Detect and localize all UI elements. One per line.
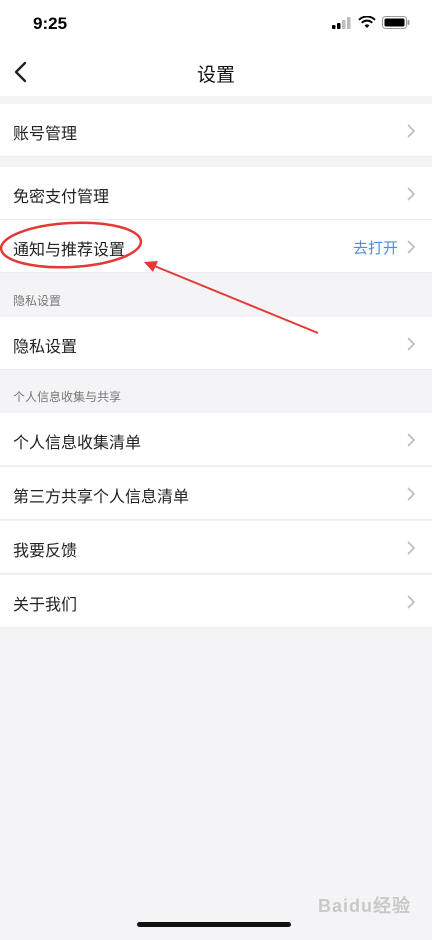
page-title: 设置 [196, 65, 235, 86]
settings-row-info-collection[interactable]: 个人信息收集清单 [0, 413, 432, 466]
chevron-right-icon [407, 595, 416, 609]
chevron-right-icon [407, 187, 416, 201]
chevron-right-icon [407, 433, 416, 447]
settings-row-feedback[interactable]: 我要反馈 [0, 521, 432, 574]
row-label-privacy: 隐私设置 [13, 339, 78, 356]
section-header-privacy: 隐私设置 [13, 294, 62, 308]
open-link[interactable]: 去打开 [353, 237, 398, 258]
signal-icon [332, 16, 351, 29]
settings-row-notifications[interactable]: 通知与推荐设置 去打开 [0, 220, 432, 273]
settings-row-third-party-sharing[interactable]: 第三方共享个人信息清单 [0, 467, 432, 520]
status-bar: 9:25 [0, 0, 432, 48]
settings-row-account[interactable]: 账号管理 [0, 104, 432, 157]
chevron-right-icon [407, 337, 416, 351]
settings-row-privacy[interactable]: 隐私设置 [0, 317, 432, 370]
section-header-personal-info: 个人信息收集与共享 [13, 390, 122, 404]
chevron-right-icon [407, 487, 416, 501]
battery-icon [382, 16, 410, 29]
row-label-pay: 免密支付管理 [13, 189, 110, 206]
status-time: 9:25 [33, 14, 68, 33]
row-label-about: 关于我们 [13, 597, 78, 614]
row-label-notify: 通知与推荐设置 [13, 242, 126, 259]
row-label-collect: 个人信息收集清单 [13, 435, 142, 452]
status-icons [332, 16, 410, 29]
settings-row-about[interactable]: 关于我们 [0, 575, 432, 628]
chevron-right-icon [407, 124, 416, 138]
row-label-account: 账号管理 [13, 126, 78, 143]
chevron-right-icon [407, 240, 416, 254]
row-label-feedback: 我要反馈 [13, 543, 78, 560]
settings-row-password-free-pay[interactable]: 免密支付管理 [0, 167, 432, 220]
row-label-thirdparty: 第三方共享个人信息清单 [13, 489, 190, 506]
wifi-icon [358, 16, 376, 28]
watermark: Baidu经验 [318, 896, 412, 916]
home-indicator [137, 922, 291, 927]
navigation-bar: 设置 [0, 48, 432, 96]
chevron-right-icon [407, 541, 416, 555]
